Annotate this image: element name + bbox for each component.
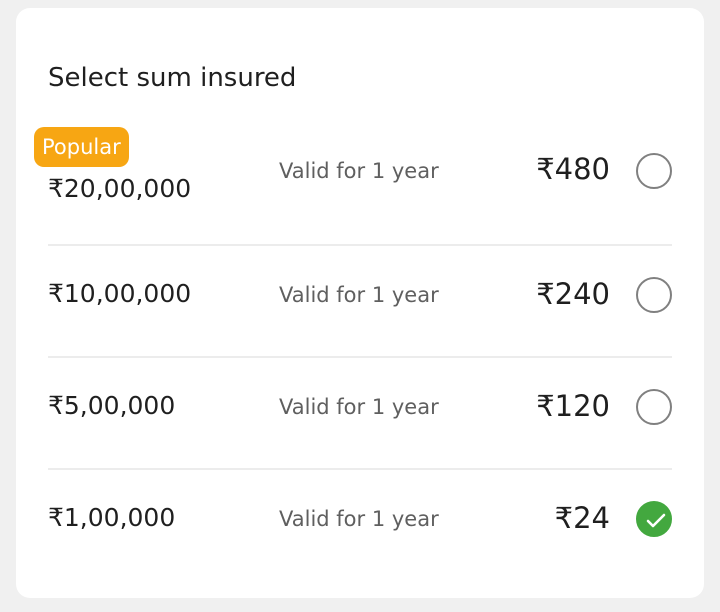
sum-value: ₹5,00,000: [48, 391, 176, 420]
validity-text: Valid for 1 year: [279, 283, 439, 307]
sum-value: ₹1,00,000: [48, 503, 176, 532]
sum-value: ₹10,00,000: [48, 279, 192, 308]
sum-value: ₹20,00,000: [48, 174, 192, 203]
radio-button[interactable]: [636, 389, 672, 425]
option-row-10-lakh[interactable]: ₹10,00,000 Valid for 1 year ₹240: [48, 246, 672, 358]
option-row-5-lakh[interactable]: ₹5,00,000 Valid for 1 year ₹120: [48, 358, 672, 470]
checkmark-icon: [646, 513, 666, 528]
sum-insured-card: Select sum insured ₹20,00,000 Valid for …: [16, 8, 704, 598]
price-value: ₹120: [536, 389, 610, 423]
radio-button-checked[interactable]: [636, 501, 672, 537]
radio-button[interactable]: [636, 153, 672, 189]
radio-button[interactable]: [636, 277, 672, 313]
validity-text: Valid for 1 year: [279, 395, 439, 419]
option-row-1-lakh[interactable]: ₹1,00,000 Valid for 1 year ₹24: [48, 470, 672, 582]
popular-badge: Popular: [34, 127, 129, 167]
price-value: ₹24: [554, 501, 610, 535]
validity-text: Valid for 1 year: [279, 159, 439, 183]
page-title: Select sum insured: [48, 63, 297, 93]
price-value: ₹480: [536, 152, 610, 186]
option-row-20-lakh[interactable]: ₹20,00,000 Valid for 1 year ₹480: [48, 124, 672, 236]
validity-text: Valid for 1 year: [279, 507, 439, 531]
price-value: ₹240: [536, 277, 610, 311]
